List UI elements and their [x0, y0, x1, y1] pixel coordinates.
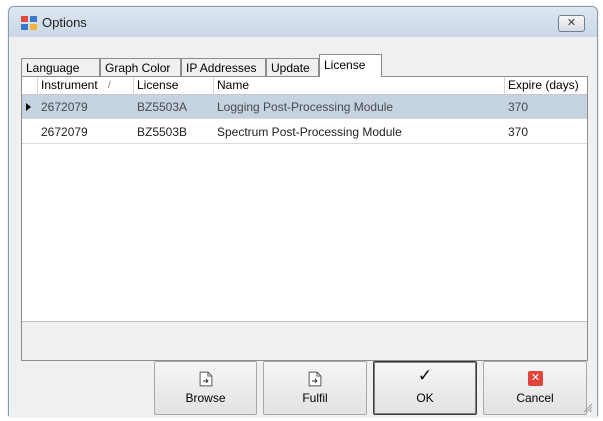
grid-footer	[22, 321, 587, 360]
ok-button-label: OK	[416, 391, 434, 405]
window-title: Options	[42, 15, 87, 30]
close-icon: ✕	[566, 17, 577, 29]
column-header-expire[interactable]: Expire (days)	[505, 77, 587, 95]
current-row-indicator-icon	[26, 103, 31, 111]
ok-button[interactable]: ✓ OK	[373, 361, 477, 415]
dialog-button-bar: Browse Fulfil ✓ OK ✕ Cancel	[9, 361, 597, 417]
fulfil-button-label: Fulfil	[302, 391, 328, 405]
cell-instrument: 2672079	[41, 125, 88, 139]
cell-expire: 370	[508, 100, 529, 114]
cell-expire: 370	[508, 125, 529, 139]
column-header-license[interactable]: License	[134, 77, 214, 95]
close-button[interactable]: ✕	[558, 15, 585, 32]
row-header-corner	[22, 77, 38, 95]
sort-indicator-icon: /	[108, 80, 111, 91]
options-dialog: Options ✕ Language Graph Color IP Addres…	[8, 6, 598, 417]
resize-grip-icon[interactable]	[581, 401, 593, 413]
cell-license: BZ5503A	[137, 100, 188, 114]
cell-license: BZ5503B	[137, 125, 188, 139]
cancel-button[interactable]: ✕ Cancel	[483, 361, 587, 415]
options-app-icon	[21, 16, 37, 30]
cancel-icon: ✕	[484, 371, 586, 387]
license-tab-panel: Instrument / License Name Expire (days) …	[21, 76, 588, 361]
fulfil-button[interactable]: Fulfil	[263, 361, 367, 415]
document-icon	[199, 371, 213, 387]
tab-update[interactable]: Update	[266, 58, 319, 77]
cell-name: Spectrum Post-Processing Module	[217, 125, 402, 139]
cancel-button-label: Cancel	[516, 391, 554, 405]
tab-graph-color[interactable]: Graph Color	[100, 58, 181, 77]
tab-ip-addresses[interactable]: IP Addresses	[181, 58, 266, 77]
title-bar[interactable]: Options ✕	[9, 7, 597, 37]
cell-name: Logging Post-Processing Module	[217, 100, 394, 114]
table-row[interactable]: 2672079 BZ5503A Logging Post-Processing …	[22, 95, 587, 119]
table-row[interactable]: 2672079 BZ5503B Spectrum Post-Processing…	[22, 120, 587, 144]
tab-language[interactable]: Language	[21, 58, 100, 77]
column-header-instrument[interactable]: Instrument /	[38, 77, 134, 95]
column-header-label: Instrument	[41, 78, 98, 92]
grid-header: Instrument / License Name Expire (days)	[22, 77, 587, 95]
cancel-icon-glyph: ✕	[528, 371, 543, 386]
browse-button[interactable]: Browse	[154, 361, 257, 415]
checkmark-icon: ✓	[417, 366, 433, 385]
document-icon	[308, 371, 322, 387]
column-header-name[interactable]: Name	[214, 77, 505, 95]
tab-license[interactable]: License	[319, 54, 382, 77]
license-grid[interactable]: Instrument / License Name Expire (days) …	[22, 77, 587, 360]
browse-button-label: Browse	[185, 391, 226, 405]
cell-instrument: 2672079	[41, 100, 88, 114]
